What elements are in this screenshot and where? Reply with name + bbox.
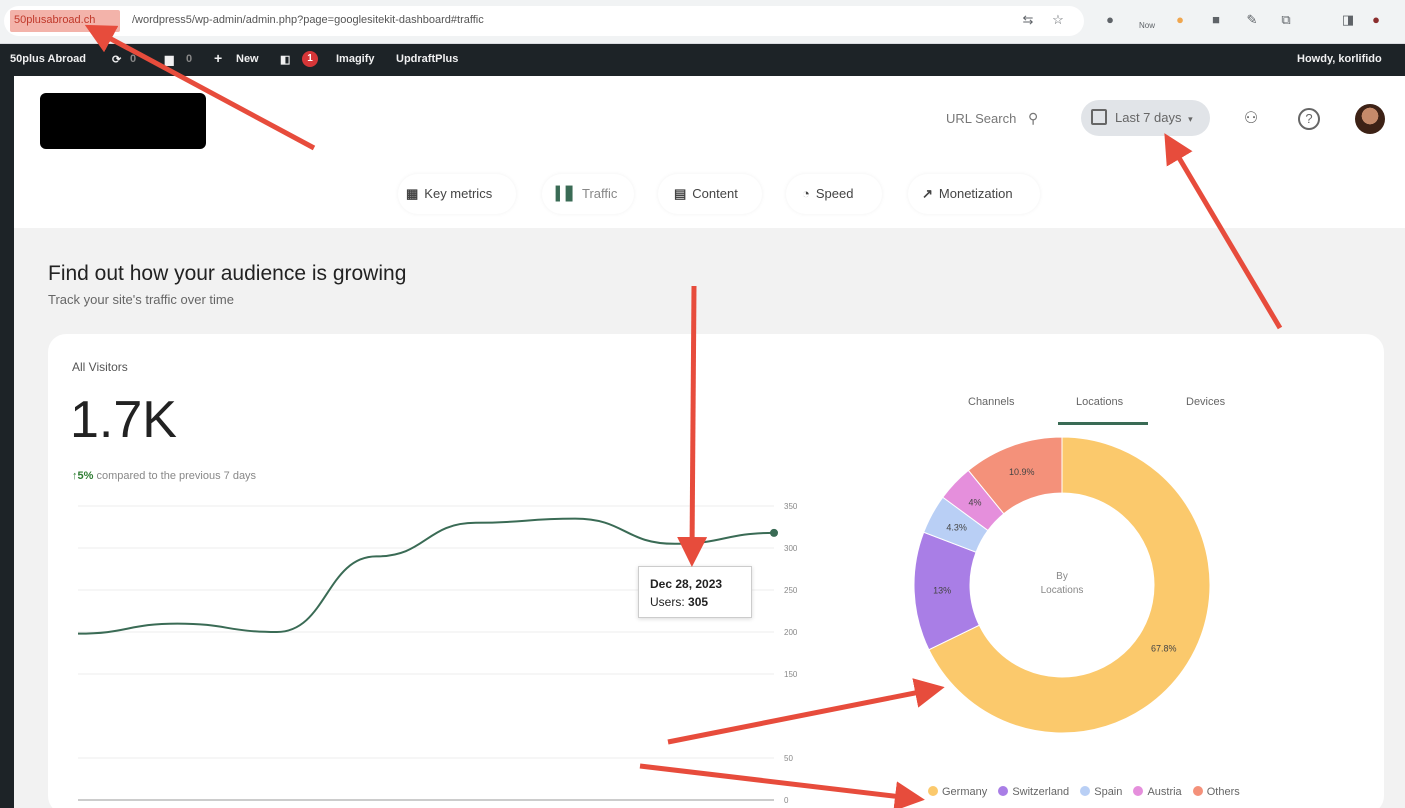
legend-spain[interactable]: Spain — [1094, 786, 1122, 798]
screenshot-root: 50plusabroad.ch /wordpress5/wp-admin/adm… — [0, 0, 1405, 808]
url-search-label: URL Search — [946, 111, 1017, 126]
browser-toolbar: 50plusabroad.ch /wordpress5/wp-admin/adm… — [0, 0, 1405, 44]
address-bar[interactable]: 50plusabroad.ch /wordpress5/wp-admin/adm… — [4, 6, 1084, 36]
user-add-icon[interactable]: ⚇ — [1240, 108, 1262, 130]
donut-center-label: Locations — [1041, 585, 1084, 596]
plus-icon[interactable]: + — [214, 50, 222, 66]
slice-label: 13% — [933, 585, 951, 595]
content-icon: ▤ — [674, 186, 687, 201]
star-icon[interactable]: ☆ — [1050, 12, 1066, 28]
donut-legend: Germany Switzerland Spain Austria Others — [920, 786, 1240, 798]
tab-key-metrics-label: Key metrics — [424, 186, 493, 201]
slice-label: 10.9% — [1009, 467, 1035, 477]
gauge-icon: ◔ — [802, 186, 810, 201]
donut-center-label: By — [1056, 571, 1068, 582]
orange-extension-icon[interactable]: ● — [1172, 12, 1188, 28]
legend-austria[interactable]: Austria — [1147, 786, 1181, 798]
search-icon: ⚲ — [1027, 110, 1039, 126]
admin-bar-site-name[interactable]: 50plus Abroad — [10, 53, 86, 65]
url-path: /wordpress5/wp-admin/admin.php?page=goog… — [132, 14, 484, 26]
tab-traffic-label: Traffic — [582, 186, 618, 201]
grey-extension-icon[interactable]: ■ — [1208, 12, 1224, 28]
tab-content[interactable]: ▤ Content — [658, 174, 762, 214]
tab-traffic[interactable]: ▍▋ Traffic — [542, 174, 634, 214]
grid-icon: ▦ — [406, 186, 419, 201]
notifications-badge[interactable]: 1 — [302, 51, 318, 67]
redacted-logo — [40, 93, 206, 149]
tab-speed[interactable]: ◔ Speed — [786, 174, 882, 214]
wp-admin-bar: 50plus Abroad ⟳ 0 ▆ 0 + New ◧ 1 Imagify … — [0, 44, 1405, 76]
updates-icon[interactable]: ⟳ — [112, 53, 121, 66]
sitekit-header: URL Search ⚲ Last 7 days ▾ ⚇ ? ▦ Key metr… — [14, 76, 1405, 228]
news-extension-icon[interactable]: Now — [1136, 18, 1158, 34]
translate-icon[interactable]: ⇆ — [1020, 12, 1036, 28]
admin-bar-updraftplus[interactable]: UpdraftPlus — [396, 53, 458, 65]
slice-label: 67.8% — [1151, 644, 1177, 654]
notifications-count: 1 — [302, 51, 318, 67]
comments-count[interactable]: 0 — [186, 53, 192, 65]
legend-swatch-austria — [1133, 786, 1144, 796]
tab-speed-label: Speed — [815, 186, 854, 201]
puzzle-icon[interactable]: ⧉ — [1278, 12, 1294, 28]
section-title: Find out how your audience is growing — [48, 262, 407, 285]
slice-label: 4.3% — [946, 523, 967, 533]
legend-others[interactable]: Others — [1207, 786, 1240, 798]
legend-switzerland[interactable]: Switzerland — [1012, 786, 1069, 798]
url-search-button[interactable]: URL Search ⚲ — [946, 110, 1038, 127]
legend-swatch-others — [1192, 786, 1203, 796]
bar-chart-icon: ▍▋ — [556, 186, 576, 201]
sitekit-icon[interactable]: ◧ — [280, 53, 290, 66]
updates-count[interactable]: 0 — [130, 53, 136, 65]
section-subtitle: Track your site's traffic over time — [48, 292, 234, 307]
help-icon[interactable]: ? — [1298, 108, 1320, 130]
extension-icon[interactable]: ● — [1102, 12, 1118, 28]
admin-bar-howdy[interactable]: Howdy, korlifido — [1297, 53, 1382, 65]
profile-icon[interactable]: ● — [1368, 12, 1384, 28]
sidepanel-icon[interactable]: ◨ — [1340, 12, 1356, 28]
legend-swatch-switzerland — [998, 786, 1009, 796]
date-range-selector[interactable]: Last 7 days ▾ — [1081, 100, 1210, 136]
url-domain: 50plusabroad.ch — [10, 10, 120, 32]
legend-swatch-spain — [1080, 786, 1091, 796]
tab-monetization[interactable]: ↗ Monetization — [908, 174, 1040, 214]
legend-germany[interactable]: Germany — [942, 786, 987, 798]
date-range-label: Last 7 days — [1115, 110, 1182, 125]
dashboard-tabs: ▦ Key metrics ▍▋ Traffic ▤ Content ◔ Speed ↗… — [14, 174, 1405, 216]
locations-donut-chart: 67.8% 13% 4.3% 4% 10.9% By Locations — [913, 436, 1211, 734]
tab-key-metrics[interactable]: ▦ Key metrics — [398, 174, 516, 214]
legend-swatch-germany — [928, 786, 938, 796]
admin-sidebar-edge — [0, 76, 14, 808]
admin-bar-imagify[interactable]: Imagify — [336, 53, 375, 65]
slice-label: 4% — [969, 497, 982, 507]
tab-content-label: Content — [692, 186, 738, 201]
trend-icon: ↗ — [922, 186, 933, 201]
avatar[interactable] — [1355, 104, 1385, 134]
calendar-icon — [1091, 109, 1107, 125]
tab-monetization-label: Monetization — [938, 186, 1013, 201]
admin-bar-new[interactable]: New — [236, 53, 259, 65]
chevron-down-icon: ▾ — [1188, 114, 1193, 124]
pin-extension-icon[interactable]: ✎ — [1244, 12, 1260, 28]
comments-icon[interactable]: ▆ — [165, 53, 173, 66]
audience-card: All Visitors 1.7K ↑5% compared to the pr… — [48, 334, 1384, 808]
traffic-section: Find out how your audience is growing Tr… — [14, 228, 1405, 808]
